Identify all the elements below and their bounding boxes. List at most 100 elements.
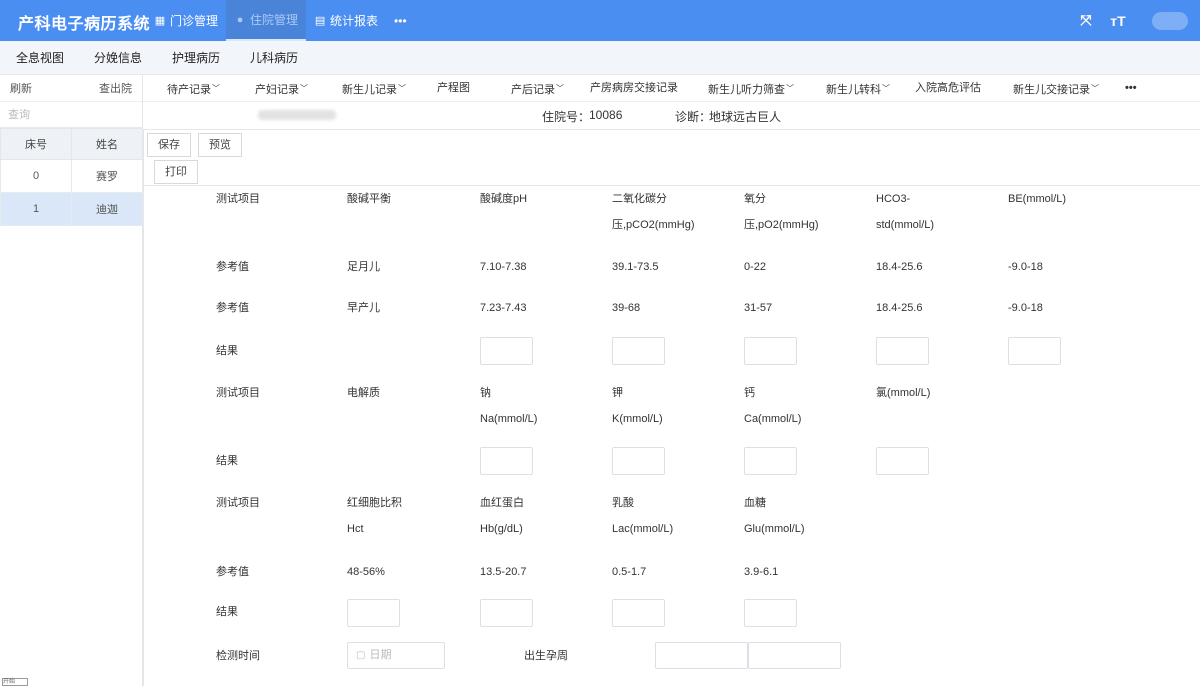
label-test-time: 检测时间 [216,650,260,662]
gestational-weeks-input[interactable] [655,642,748,669]
top-nav: ▦ 门诊管理 ● 住院管理 ▤ 统计报表 ••• [146,0,415,41]
patient-list-actions: 刷新 查出院 [0,75,142,102]
toolbar-partogram[interactable]: 产程图 [437,75,470,102]
tab-overview[interactable]: 全息视图 [0,41,78,74]
patient-list-panel: 刷新 查出院 查询 床号 姓名 0 赛罗 1 迪迦 开始 [0,75,143,686]
pco2-result-input[interactable] [612,337,665,365]
toolbar-hearing-screening[interactable]: 新生儿听力筛查﹀ [708,75,794,104]
glucose-result-input[interactable] [744,599,797,627]
font-size-icon[interactable]: ᴛT [1106,13,1130,29]
column-header-bed: 床号 [0,128,72,160]
label-result: 结果 [216,345,238,357]
toolbar-maternal-record[interactable]: 产妇记录﹀ [255,75,308,104]
chevron-down-icon: ﹀ [556,84,564,93]
ref-value: 48-56% [347,566,385,578]
top-right-tools: ⤧ ᴛT [1074,0,1200,41]
lactate-result-input[interactable] [612,599,665,627]
ref-value: 0.5-1.7 [612,566,647,578]
patient-table: 床号 姓名 0 赛罗 1 迪迦 [0,128,143,226]
admission-number: 10086 [589,108,623,122]
discharged-button[interactable]: 查出院 [99,80,132,96]
toolbar-postpartum-record[interactable]: 产后记录﹀ [511,75,564,104]
bed-cell: 1 [0,192,72,226]
be-result-input[interactable] [1008,337,1061,365]
toolbar-labor-record[interactable]: 待产记录﹀ [167,75,220,104]
chevron-down-icon: ﹀ [398,84,406,93]
tab-delivery-info[interactable]: 分娩信息 [78,41,156,74]
label-hematocrit-unit: Hct [347,523,364,535]
nav-inpatient[interactable]: ● 住院管理 [226,0,307,41]
toolbar-newborn-record[interactable]: 新生儿记录﹀ [342,75,406,104]
table-icon: ▤ [314,15,326,27]
ref-value: -9.0-18 [1008,261,1043,273]
po2-result-input[interactable] [744,337,797,365]
hco3-result-input[interactable] [876,337,929,365]
patient-search-input[interactable]: 查询 [0,102,142,128]
label-pco2-unit: 压,pCO2(mmHg) [612,219,695,231]
sodium-result-input[interactable] [480,447,533,475]
label-hematocrit: 红细胞比积 [347,497,402,509]
chevron-down-icon: ﹀ [1091,84,1099,93]
label-lactate-unit: Lac(mmol/L) [612,523,674,535]
label-result: 结果 [216,455,238,467]
print-button[interactable]: 打印 [154,160,198,184]
preview-button[interactable]: 预览 [198,133,242,157]
gestational-days-input[interactable] [748,642,841,669]
nav-label: 统计报表 [330,14,379,28]
ph-result-input[interactable] [480,337,533,365]
label-test-item: 测试项目 [216,193,260,205]
tab-pediatric-record[interactable]: 儿科病历 [234,41,312,74]
label-reference: 参考值 [216,302,249,314]
hematocrit-result-input[interactable] [347,599,400,627]
avatar[interactable] [1152,11,1188,30]
refresh-button[interactable]: 刷新 [10,80,32,96]
admission-label: 住院号： [542,110,591,124]
nav-statistics[interactable]: ▤ 统计报表 [306,0,386,41]
toolbar-more[interactable]: ••• [1125,75,1137,102]
table-row[interactable]: 0 赛罗 [0,159,143,193]
record-toolbar: 待产记录﹀ 产妇记录﹀ 新生儿记录﹀ 产程图 产后记录﹀ 产房病房交接记录 新生… [143,75,1200,102]
label-calcium: 钙 [744,387,755,399]
label-test-item: 测试项目 [216,497,260,509]
chloride-result-input[interactable] [876,447,929,475]
top-navigation-bar: 产科电子病历系统 ▦ 门诊管理 ● 住院管理 ▤ 统计报表 ••• ⤧ ᴛT [0,0,1200,41]
toolbar-ward-handover[interactable]: 产房病房交接记录 [590,75,678,102]
label-sodium-unit: Na(mmol/L) [480,413,538,425]
label-acid-base: 酸碱平衡 [347,193,391,205]
hemoglobin-result-input[interactable] [480,599,533,627]
label-gestational-age: 出生孕周 [524,650,568,662]
label-sodium: 钠 [480,387,491,399]
label-hemoglobin-unit: Hb(g/dL) [480,523,523,535]
potassium-result-input[interactable] [612,447,665,475]
grid-icon: ▦ [154,15,166,27]
chevron-down-icon: ﹀ [300,84,308,93]
toolbar-newborn-handover[interactable]: 新生儿交接记录﹀ [1013,75,1099,104]
diagnosis-label: 诊断： [675,110,712,124]
table-row-selected[interactable]: 1 迪迦 [0,192,143,226]
toolbar-risk-assessment[interactable]: 入院高危评估 [915,75,981,102]
label-lactate: 乳酸 [612,497,634,509]
sub-tab-bar: 全息视图 分娩信息 护理病历 儿科病历 [0,41,1200,75]
blood-gas-form: 保存 预览 打印 测试项目 酸碱平衡 酸碱度pH 二氧化碳分 压,pCO2(mm… [143,129,1200,686]
nav-more[interactable]: ••• [386,0,415,41]
calcium-result-input[interactable] [744,447,797,475]
toolbar-newborn-transfer[interactable]: 新生儿转科﹀ [826,75,890,104]
ref-value: 7.23-7.43 [480,302,527,314]
test-date-input[interactable]: ▢ 日期 [347,642,445,669]
patient-info-bar: 住院号： 10086 诊断： 地球远古巨人 [143,102,1200,129]
start-button[interactable]: 开始 [2,678,28,686]
patient-name-redacted [258,110,336,120]
tab-nursing-record[interactable]: 护理病历 [156,41,234,74]
ref-term-infant: 足月儿 [347,261,380,273]
fullscreen-icon[interactable]: ⤧ [1074,12,1098,29]
label-reference: 参考值 [216,566,249,578]
chevron-down-icon: ﹀ [786,84,794,93]
nav-label: 门诊管理 [170,14,219,28]
name-cell: 迪迦 [71,192,143,226]
date-placeholder: 日期 [369,649,392,661]
calendar-icon: ▢ [356,650,366,661]
ref-value: 3.9-6.1 [744,566,779,578]
nav-outpatient[interactable]: ▦ 门诊管理 [146,0,226,41]
bed-cell: 0 [0,159,72,193]
save-button[interactable]: 保存 [147,133,191,157]
